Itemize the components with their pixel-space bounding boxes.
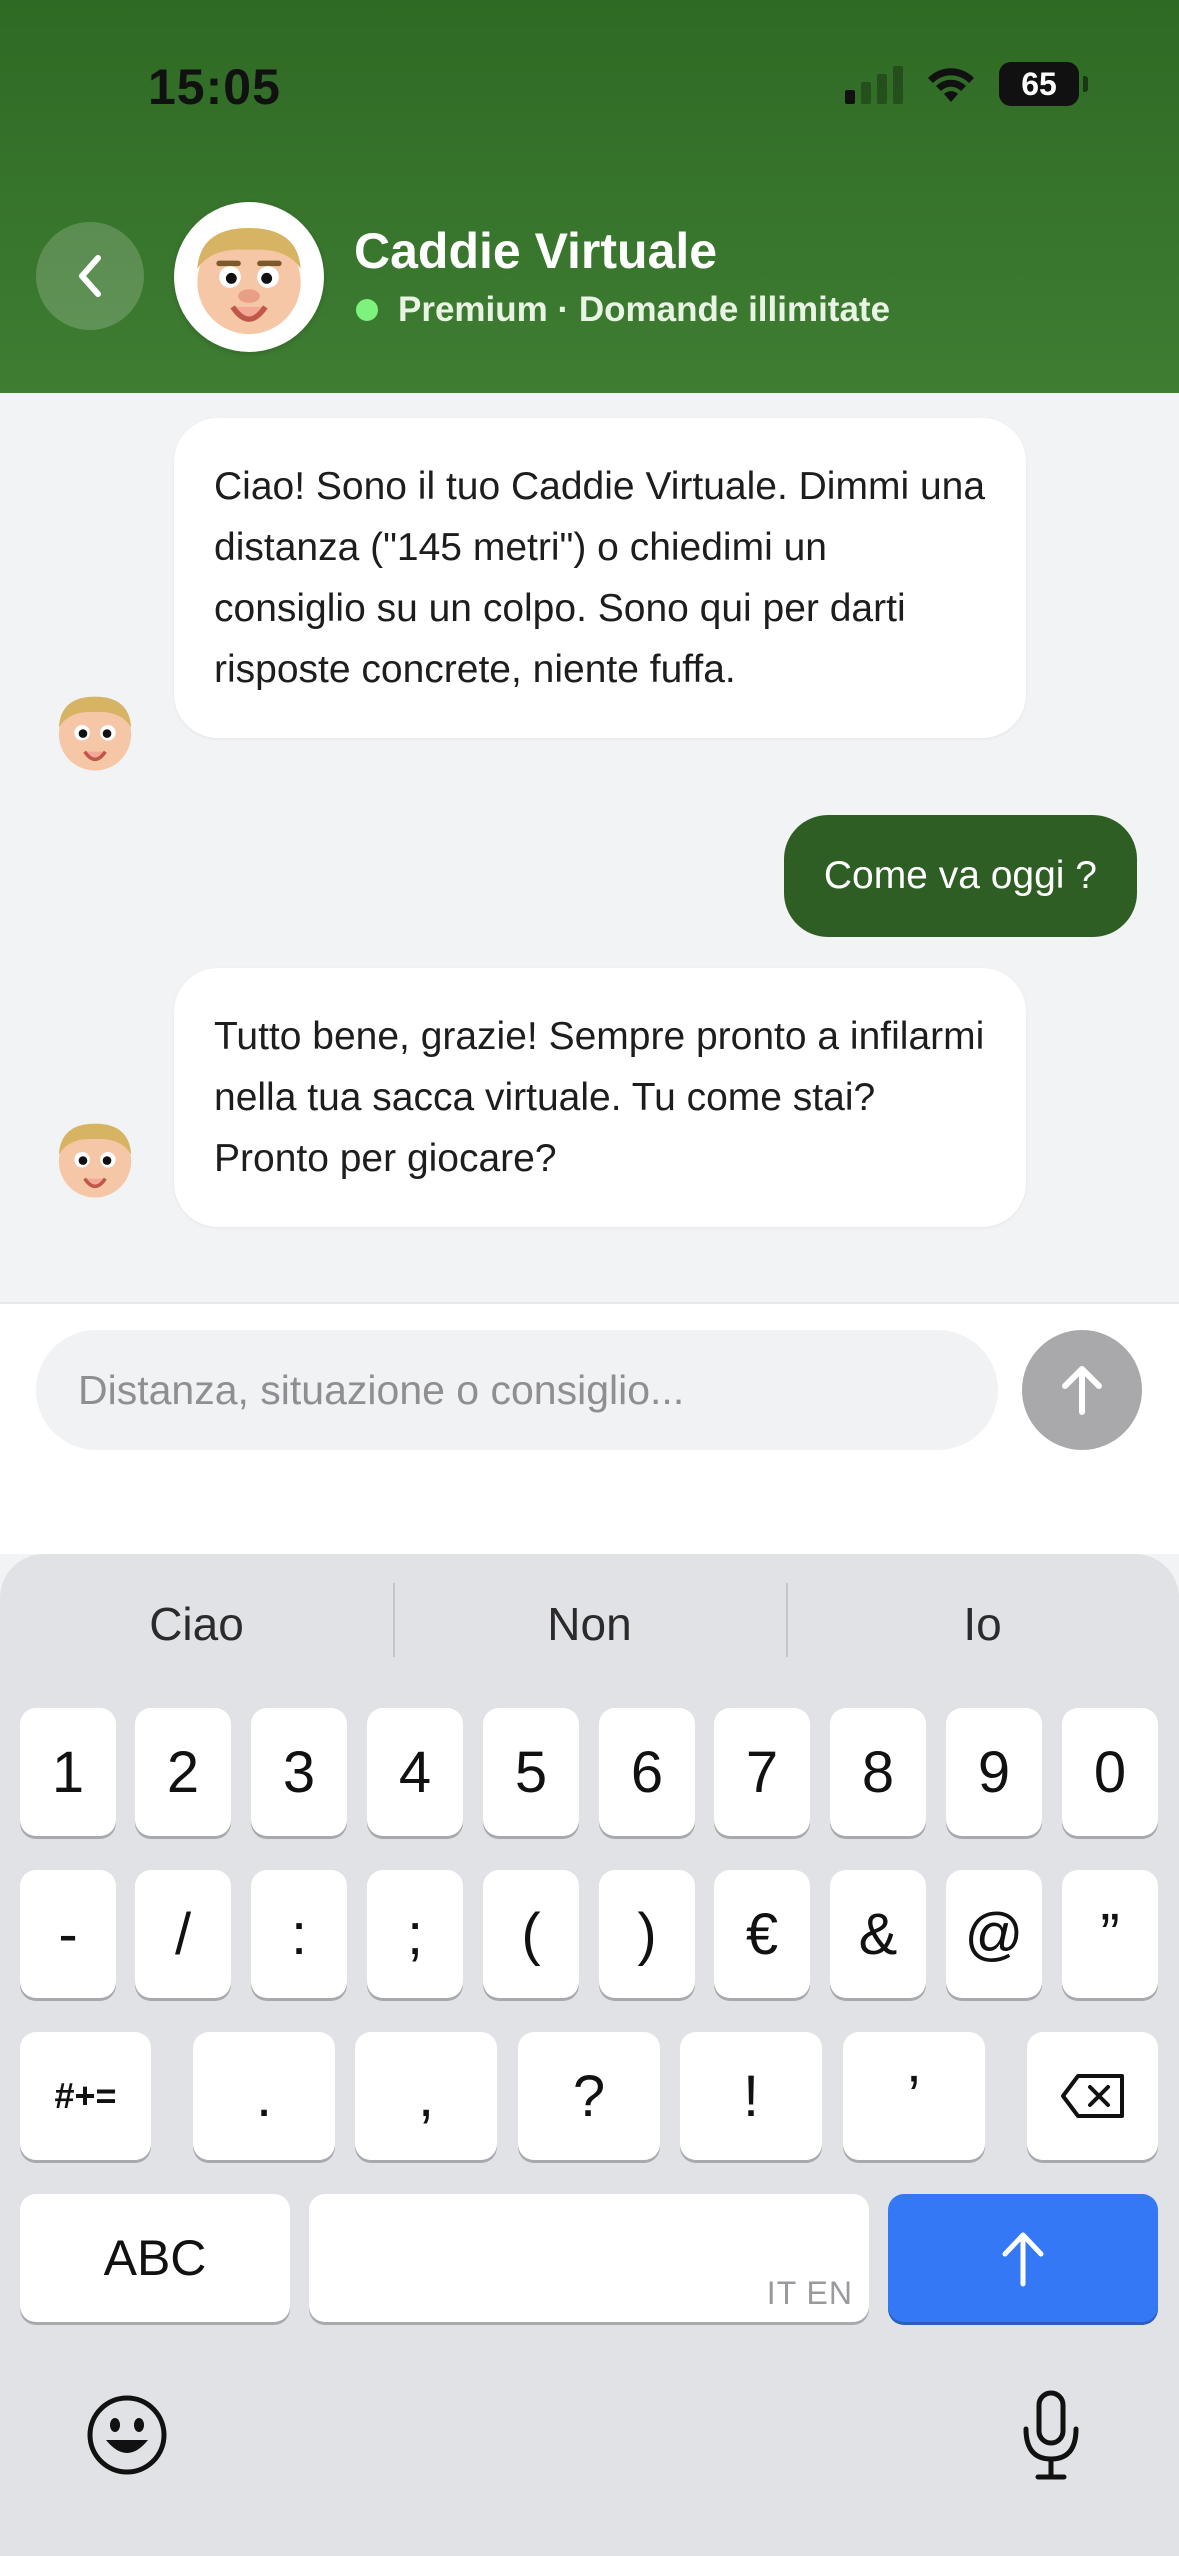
microphone-icon [1023, 2390, 1079, 2480]
key-more-symbols[interactable]: #+= [20, 2032, 151, 2160]
message-input[interactable] [36, 1330, 998, 1450]
key-9[interactable]: 9 [946, 1708, 1042, 1836]
key-comma[interactable]: , [355, 2032, 497, 2160]
key-7[interactable]: 7 [714, 1708, 810, 1836]
caddie-avatar [174, 202, 324, 352]
key-at[interactable]: @ [946, 1870, 1042, 1998]
backspace-key[interactable] [1027, 2032, 1158, 2160]
key-close-paren[interactable]: ) [599, 1870, 695, 1998]
key-euro[interactable]: € [714, 1870, 810, 1998]
key-quote[interactable]: ” [1062, 1870, 1158, 1998]
key-slash[interactable]: / [135, 1870, 231, 1998]
keyboard-language-label: IT EN [766, 2275, 853, 2311]
keyboard: Ciao Non Io 1 2 3 4 5 6 7 8 9 0 - / : ; … [0, 1554, 1179, 2556]
key-8[interactable]: 8 [830, 1708, 926, 1836]
status-time: 15:05 [148, 59, 281, 115]
key-6[interactable]: 6 [599, 1708, 695, 1836]
return-key[interactable] [888, 2194, 1158, 2322]
key-open-paren[interactable]: ( [483, 1870, 579, 1998]
key-2[interactable]: 2 [135, 1708, 231, 1836]
abc-key[interactable]: ABC [20, 2194, 290, 2322]
user-message: Come va oggi ? [783, 815, 1137, 937]
send-button[interactable] [1022, 1330, 1142, 1450]
status-icons: 65 [845, 62, 1088, 106]
key-colon[interactable]: : [251, 1870, 347, 1998]
suggestion-item[interactable]: Ciao [0, 1597, 393, 1651]
key-0[interactable]: 0 [1062, 1708, 1158, 1836]
composer-bar [0, 1302, 1179, 1554]
suggestion-item[interactable]: Io [786, 1583, 1179, 1657]
emoji-button[interactable] [86, 2394, 168, 2476]
key-4[interactable]: 4 [367, 1708, 463, 1836]
suggestion-bar: Ciao Non Io [0, 1554, 1179, 1694]
subscription-label: Premium · Domande illimitate [398, 290, 891, 329]
key-apostrophe[interactable]: ’ [843, 2032, 985, 2160]
suggestion-item[interactable]: Non [393, 1583, 786, 1657]
bot-avatar [52, 1115, 138, 1201]
key-3[interactable]: 3 [251, 1708, 347, 1836]
key-5[interactable]: 5 [483, 1708, 579, 1836]
cellular-signal-icon [845, 64, 903, 104]
key-exclamation[interactable]: ! [680, 2032, 822, 2160]
arrow-up-icon [1062, 1366, 1102, 1415]
bot-avatar [52, 688, 138, 774]
wifi-icon [928, 68, 974, 102]
delete-backward-icon [1060, 2074, 1124, 2118]
key-1[interactable]: 1 [20, 1708, 116, 1836]
bot-message: Tutto bene, grazie! Sempre pronto a infi… [174, 968, 1026, 1227]
key-question[interactable]: ? [518, 2032, 660, 2160]
chevron-left-icon [79, 255, 101, 297]
emoji-icon [87, 2395, 167, 2475]
space-key[interactable]: IT EN [309, 2194, 869, 2322]
online-status-dot [356, 299, 378, 321]
bot-message: Ciao! Sono il tuo Caddie Virtuale. Dimmi… [174, 418, 1026, 738]
chat-title: Caddie Virtuale [354, 223, 718, 279]
key-period[interactable]: . [193, 2032, 335, 2160]
back-button[interactable] [36, 222, 144, 330]
key-semicolon[interactable]: ; [367, 1870, 463, 1998]
dictation-button[interactable] [1018, 2389, 1084, 2481]
arrow-up-icon [1002, 2232, 1044, 2287]
chat-header: 15:05 65 Caddie Virtuale Premium · Doman… [0, 0, 1179, 393]
chat-subtitle: Premium · Domande illimitate [356, 290, 890, 330]
key-hyphen[interactable]: - [20, 1870, 116, 1998]
battery-icon: 65 [999, 62, 1088, 106]
key-ampersand[interactable]: & [830, 1870, 926, 1998]
